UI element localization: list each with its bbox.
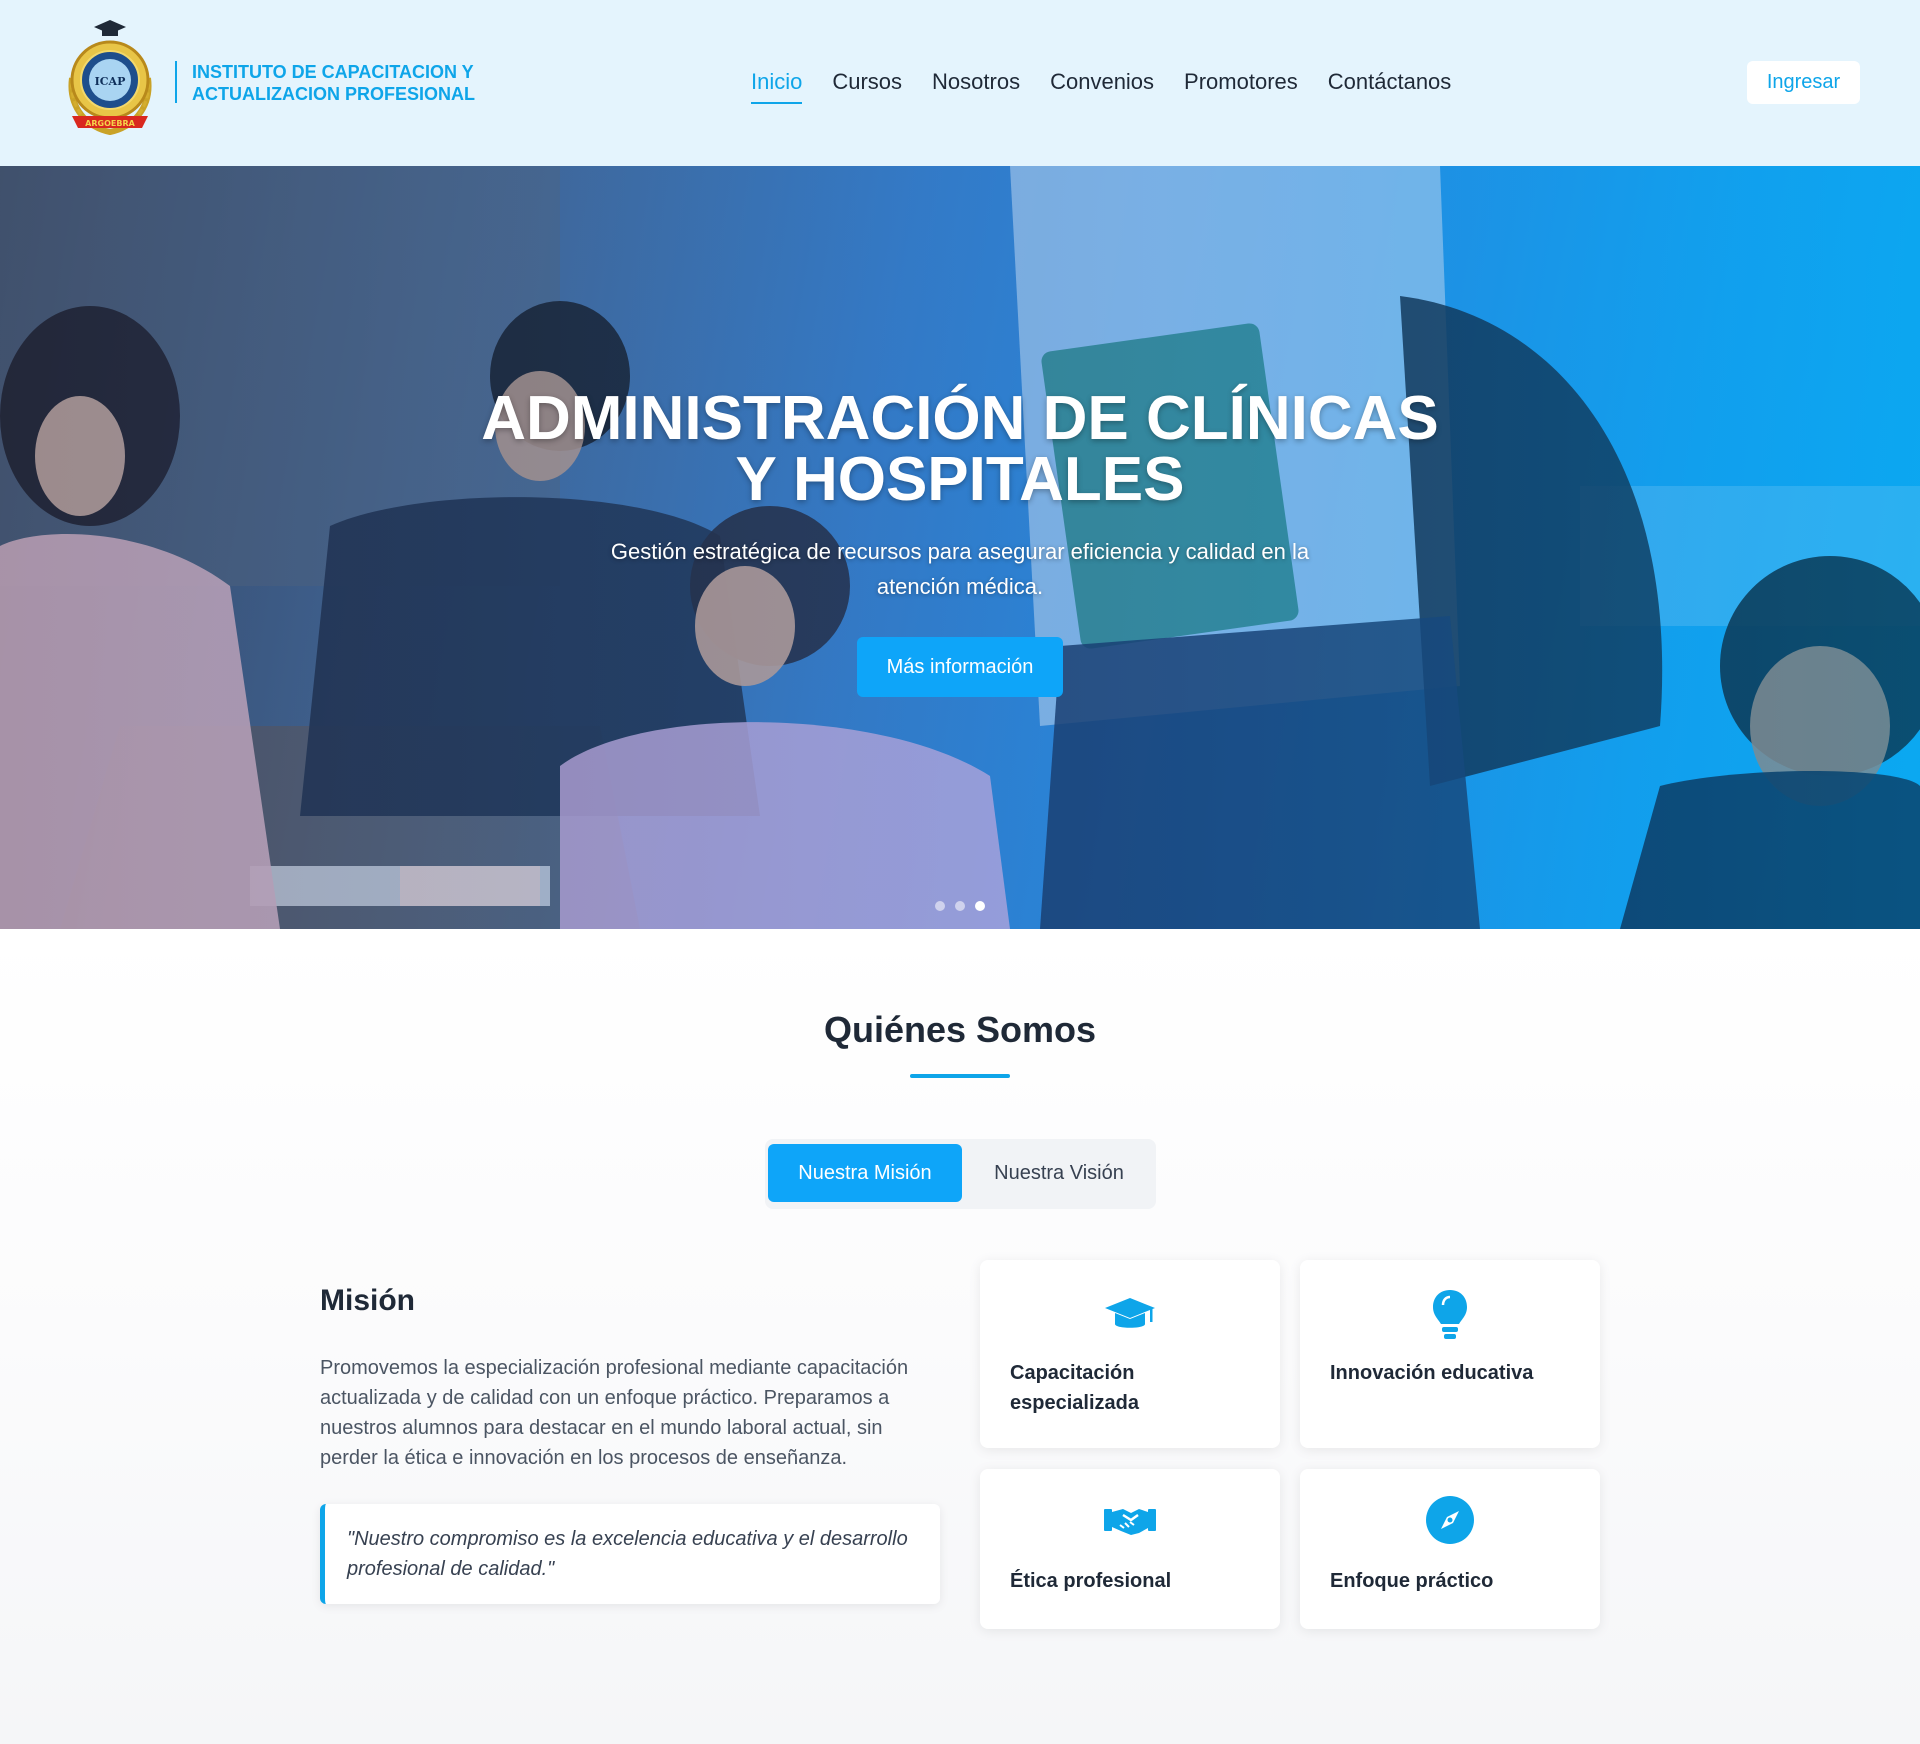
mission-heading: Misión [320,1284,415,1317]
section-title: Quiénes Somos [823,1009,1097,1050]
carousel-indicators [935,901,985,911]
svg-text:ICAP: ICAP [95,75,126,88]
graduation-cap-icon [1104,1296,1156,1339]
hero-title: ADMINISTRACIÓN DE CLÍNICAS Y HOSPITALES [360,384,1560,514]
feature-card-label: Innovación educativa [1330,1362,1534,1384]
svg-text:ARGOEBRA: ARGOEBRA [85,119,135,128]
brand-name-line1: INSTITUTO DE CAPACITACION Y [192,62,474,82]
nav-item-inicio[interactable]: Inicio [751,68,803,104]
feature-card-innovation: Innovación educativa [1300,1260,1600,1448]
compass-icon [1425,1495,1475,1550]
feature-card-training: Capacitación especializada [980,1260,1280,1448]
hero-title-line2: Y HOSPITALES [735,445,1185,514]
feature-card-label: Ética profesional [1010,1570,1172,1592]
feature-card-practical: Enfoque práctico [1300,1469,1600,1629]
mission-quote: "Nuestro compromiso es la excelencia edu… [320,1504,940,1604]
icap-logo[interactable]: ICAP ARGOEBRA [58,18,162,146]
main-nav: Inicio Cursos Nosotros Convenios Promoto… [751,68,1481,104]
nav-item-cursos[interactable]: Cursos [832,68,902,104]
hero-title-line1: ADMINISTRACIÓN DE CLÍNICAS [481,384,1439,453]
section-title-underline [910,1074,1010,1078]
handshake-icon [1103,1503,1157,1542]
mission-text: Promovemos la especialización profesiona… [320,1357,909,1469]
mission-vision-tabs: Nuestra Misión Nuestra Visión [765,1139,1156,1209]
feature-card-ethics: Ética profesional [980,1469,1280,1629]
nav-item-convenios[interactable]: Convenios [1050,68,1154,104]
tab-mission[interactable]: Nuestra Misión [768,1144,962,1202]
hero-subtitle: Gestión estratégica de recursos para ase… [560,534,1360,604]
more-info-button[interactable]: Más información [857,637,1063,697]
brand-name[interactable]: INSTITUTO DE CAPACITACION Y ACTUALIZACIO… [192,61,475,105]
feature-card-label: Enfoque práctico [1330,1570,1494,1592]
carousel-dot-3[interactable] [975,901,985,911]
hero-subtitle-line2: atención médica. [876,574,1044,599]
carousel-dot-1[interactable] [935,901,945,911]
login-button[interactable]: Ingresar [1747,61,1860,104]
hero-subtitle-line1: Gestión estratégica de recursos para ase… [610,539,1310,564]
nav-item-nosotros[interactable]: Nosotros [932,68,1020,104]
logo-divider [175,61,177,103]
lightbulb-icon [1431,1288,1469,1347]
brand-name-line2: ACTUALIZACION PROFESIONAL [192,84,475,104]
nav-item-contactanos[interactable]: Contáctanos [1328,68,1452,104]
nav-item-promotores[interactable]: Promotores [1184,68,1298,104]
hero-carousel: ADMINISTRACIÓN DE CLÍNICAS Y HOSPITALES … [0,166,1920,929]
site-header: ICAP ARGOEBRA INSTITUTO DE CAPACITACION … [0,0,1920,166]
carousel-dot-2[interactable] [955,901,965,911]
about-section: Quiénes Somos Nuestra Misión Nuestra Vis… [0,929,1920,1744]
tab-vision[interactable]: Nuestra Visión [962,1144,1156,1202]
feature-card-label: Capacitación especializada [1010,1362,1139,1414]
